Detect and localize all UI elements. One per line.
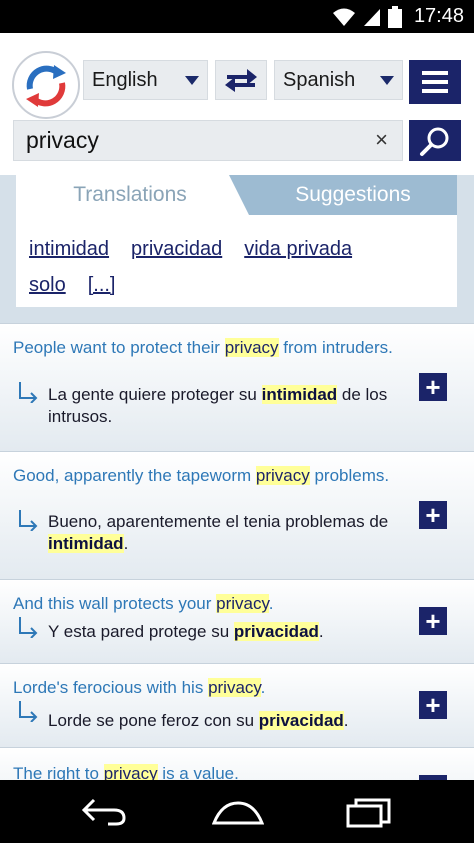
translation-link[interactable]: solo [29,274,66,296]
example-source-text: Lorde's ferocious with his [13,678,209,697]
search-button[interactable] [409,120,461,161]
menu-icon-bar [422,89,448,93]
example-translation-text: La gente quiere proteger su [48,385,262,404]
example-item: The right to privacy is a value. + [0,747,474,780]
tab-translations[interactable]: Translations [16,175,244,215]
example-source-text: from intruders. [278,338,393,357]
example-source-highlight: privacy [216,594,269,613]
example-item: Lorde's ferocious with his privacy. Lord… [0,663,474,747]
example-translation: Lorde se pone feroz con su privacidad. [48,710,398,732]
example-translation: Y esta pared protege su privacidad. [48,621,398,643]
example-translation-text: Y esta pared protege su [48,622,234,641]
status-bar: 17:48 [0,0,474,33]
app-screen: English Spanish × [0,33,474,780]
example-source: Good, apparently the tapeworm privacy pr… [13,465,393,487]
example-source-highlight: privacy [208,678,261,697]
reply-arrow-icon [19,701,38,722]
translation-link[interactable]: privacidad [131,238,222,260]
example-translation: Bueno, aparentemente el tenia problemas … [48,511,398,555]
target-language-label: Spanish [283,68,356,91]
example-translation-highlight: privacidad [233,622,319,641]
plus-icon: + [425,690,441,720]
example-item: People want to protect their privacy fro… [0,323,474,451]
reply-arrow-icon [19,382,38,403]
status-time: 17:48 [413,5,464,27]
battery-icon [387,5,402,28]
example-translation-text: . [318,622,324,641]
example-source: Lorde's ferocious with his privacy. [13,677,393,699]
clear-icon[interactable]: × [375,129,388,151]
translation-link[interactable]: vida privada [244,238,352,260]
reply-arrow-icon [19,510,38,531]
example-source-highlight: privacy [255,466,310,485]
add-to-favorites-button[interactable]: + [419,373,447,401]
example-translation-highlight: privacidad [258,711,344,730]
example-source-text: is a value. [157,764,239,780]
chevron-down-icon [380,76,394,85]
back-icon[interactable] [80,798,128,826]
navigation-bar [0,780,474,843]
example-source: People want to protect their privacy fro… [13,337,393,359]
swap-icon [225,69,257,92]
source-language-label: English [92,68,158,91]
example-source-text: . [260,678,266,697]
example-item: And this wall protects your privacy. Y e… [0,579,474,663]
add-to-favorites-button[interactable]: + [419,607,447,635]
refresh-logo-icon [26,65,66,107]
translation-more-link[interactable]: [...] [88,274,116,296]
example-source-highlight: privacy [224,338,279,357]
plus-icon: + [425,500,441,530]
results-top: Translations Suggestions intimidad privac… [0,175,474,325]
app-logo[interactable] [12,51,80,119]
translation-link[interactable]: intimidad [29,238,109,260]
example-translation-text: Lorde se pone feroz con su [48,711,259,730]
menu-button[interactable] [409,60,461,104]
tab-suggestions[interactable]: Suggestions [229,175,457,215]
wifi-icon [332,8,355,26]
menu-icon-bar [422,80,448,84]
header: English Spanish × [0,33,474,175]
example-source-text: . [268,594,274,613]
example-item: Good, apparently the tapeworm privacy pr… [0,451,474,579]
plus-icon: + [425,606,441,636]
search-box: × [13,120,403,161]
translations-card: Translations Suggestions intimidad privac… [16,175,457,307]
home-icon[interactable] [212,799,264,825]
add-to-favorites-button[interactable]: + [419,501,447,529]
recents-icon[interactable] [346,798,392,828]
source-language-select[interactable]: English [83,60,208,100]
example-translation-text: Bueno, aparentemente el tenia problemas … [48,512,389,531]
menu-icon-bar [422,71,448,75]
example-source-text: People want to protect their [13,338,225,357]
plus-icon: + [425,372,441,402]
example-translation-highlight: intimidad [261,385,338,404]
example-source-text: Good, apparently the tapeworm [13,466,256,485]
target-language-select[interactable]: Spanish [274,60,403,100]
signal-icon [363,8,380,26]
example-source: And this wall protects your privacy. [13,593,393,615]
example-source: The right to privacy is a value. [13,763,393,780]
chevron-down-icon [185,76,199,85]
example-translation: La gente quiere proteger su intimidad de… [48,384,398,428]
search-icon [420,127,449,156]
example-source-text: problems. [309,466,390,485]
search-input[interactable] [14,121,364,160]
example-translation-text: . [343,711,349,730]
swap-languages-button[interactable] [215,60,267,100]
example-source-highlight: privacy [103,764,158,780]
example-translation-highlight: intimidad [48,534,124,553]
example-source-text: The right to [13,764,104,780]
reply-arrow-icon [19,617,38,638]
example-translation-text: . [123,534,129,553]
example-source-text: And this wall protects your [13,594,217,613]
status-icons: 17:48 [332,0,474,33]
translation-list: intimidad privacidad vida privada solo [...] [29,231,449,303]
add-to-favorites-button[interactable]: + [419,691,447,719]
